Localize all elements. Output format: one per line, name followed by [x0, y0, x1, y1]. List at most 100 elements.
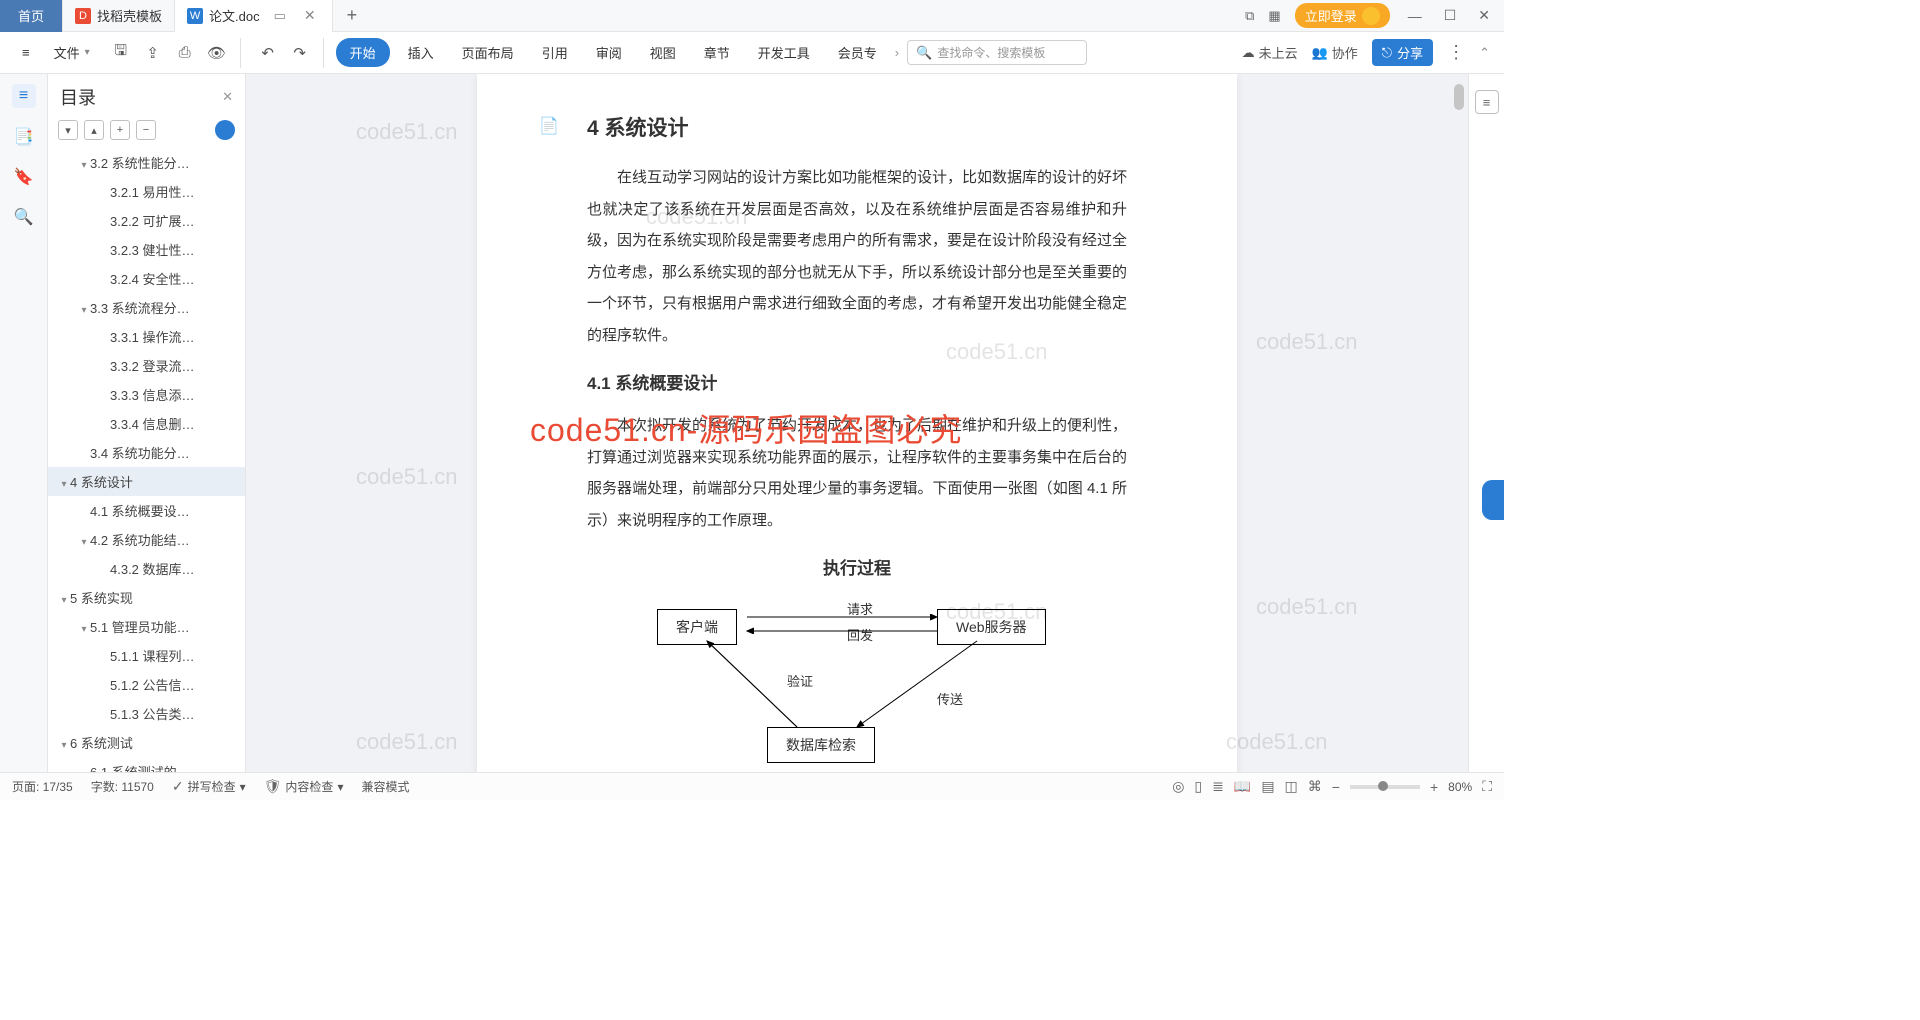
zoom-in-icon[interactable]: +: [1430, 779, 1438, 795]
export-icon[interactable]: ⇪: [138, 38, 168, 68]
outline-item[interactable]: 5.1.1 课程列…: [48, 641, 245, 670]
ribbon-tab-start[interactable]: 开始: [336, 38, 390, 67]
more-icon[interactable]: ⋮: [1447, 42, 1465, 63]
outline-item[interactable]: ▾6 系统测试: [48, 728, 245, 757]
people-icon: 👥: [1312, 45, 1328, 61]
outline-tree: ▾3.2 系统性能分…3.2.1 易用性…3.2.2 可扩展…3.2.3 健壮性…: [48, 148, 245, 772]
print-icon[interactable]: ⎙: [170, 38, 200, 68]
outline-item[interactable]: 3.3.3 信息添…: [48, 380, 245, 409]
outline-item[interactable]: 3.3.4 信息删…: [48, 409, 245, 438]
doc-icon: W: [187, 8, 203, 24]
compat-mode[interactable]: 兼容模式: [361, 778, 409, 795]
outline-item[interactable]: 3.2.3 健壮性…: [48, 235, 245, 264]
share-button[interactable]: ⎋分享: [1372, 39, 1433, 66]
close-icon[interactable]: ✕: [1474, 7, 1494, 24]
zoom-slider[interactable]: [1350, 785, 1420, 789]
page: 📄 4 系统设计 在线互动学习网站的设计方案比如功能框架的设计，比如数据库的设计…: [477, 74, 1237, 772]
remove-item-icon[interactable]: −: [136, 120, 156, 140]
outline-toolbar: ▾ ▴ + −: [48, 116, 245, 148]
file-menu[interactable]: 文件 ▾: [46, 37, 98, 68]
web-view-icon[interactable]: ≣: [1212, 778, 1224, 795]
outline-item[interactable]: 3.4 系统功能分…: [48, 438, 245, 467]
outline-item[interactable]: 6.1 系统测试的…: [48, 757, 245, 772]
outline-item[interactable]: 3.3.1 操作流…: [48, 322, 245, 351]
ribbon-tab-chapter[interactable]: 章节: [694, 37, 740, 68]
add-item-icon[interactable]: +: [110, 120, 130, 140]
cloud-status[interactable]: ☁未上云: [1242, 43, 1298, 62]
fullscreen-icon[interactable]: ⛶: [1482, 778, 1492, 795]
ribbon-tab-view[interactable]: 视图: [640, 37, 686, 68]
page-view-icon[interactable]: ▯: [1194, 778, 1202, 795]
tab-home-label: 首页: [18, 6, 44, 25]
tab-close-icon[interactable]: ✕: [300, 7, 320, 24]
tab-template[interactable]: D 找稻壳模板: [63, 0, 175, 32]
tab-add[interactable]: +: [333, 5, 372, 26]
collapse-ribbon-icon[interactable]: ⌃: [1479, 45, 1490, 61]
outline-item[interactable]: ▾4 系统设计: [48, 467, 245, 496]
outline-item[interactable]: ▾3.3 系统流程分…: [48, 293, 245, 322]
document-area[interactable]: 📄 4 系统设计 在线互动学习网站的设计方案比如功能框架的设计，比如数据库的设计…: [246, 74, 1468, 772]
spellcheck-icon: ✓: [172, 778, 184, 795]
tab-document[interactable]: W 论文.doc ▭ ✕: [175, 0, 333, 32]
outline-item[interactable]: ▾5 系统实现: [48, 583, 245, 612]
outline-icon[interactable]: ≡: [12, 84, 36, 108]
dual-view-icon[interactable]: ◫: [1285, 778, 1298, 795]
undo-icon[interactable]: ↶: [253, 38, 283, 68]
save-icon[interactable]: 🖫: [106, 38, 136, 68]
collab-button[interactable]: 👥协作: [1312, 43, 1358, 62]
outline-item[interactable]: ▾3.2 系统性能分…: [48, 148, 245, 177]
zoom-out-icon[interactable]: −: [1332, 779, 1340, 795]
maximize-icon[interactable]: ☐: [1440, 7, 1461, 24]
side-tab[interactable]: [1482, 480, 1504, 520]
target-icon[interactable]: ◎: [1172, 778, 1184, 795]
ribbon-tab-ref[interactable]: 引用: [532, 37, 578, 68]
outline-view-icon[interactable]: ▤: [1261, 778, 1274, 795]
expand-all-icon[interactable]: ▴: [84, 120, 104, 140]
docer-icon: D: [75, 8, 91, 24]
outline-item[interactable]: 5.1.3 公告类…: [48, 699, 245, 728]
preview-icon[interactable]: 👁: [202, 38, 232, 68]
outline-close-icon[interactable]: ✕: [222, 89, 233, 105]
minimize-icon[interactable]: —: [1404, 8, 1426, 24]
scrollbar-thumb[interactable]: [1454, 84, 1464, 110]
read-view-icon[interactable]: 📖: [1234, 778, 1251, 795]
outline-item[interactable]: 3.2.1 易用性…: [48, 177, 245, 206]
outline-item[interactable]: 5.1.2 公告信…: [48, 670, 245, 699]
zoom-value[interactable]: 80%: [1448, 780, 1472, 794]
avatar-icon: [1362, 7, 1380, 25]
page-indicator[interactable]: 页面: 17/35: [12, 778, 73, 795]
ribbon-tab-review[interactable]: 审阅: [586, 37, 632, 68]
outline-item[interactable]: 3.2.2 可扩展…: [48, 206, 245, 235]
assistant-icon[interactable]: [215, 120, 235, 140]
collapse-all-icon[interactable]: ▾: [58, 120, 78, 140]
split-icon[interactable]: ⧉: [1245, 8, 1254, 24]
ribbon-tab-layout[interactable]: 页面布局: [452, 37, 524, 68]
shield-icon: 🛡: [264, 778, 282, 795]
outline-item[interactable]: 4.1 系统概要设…: [48, 496, 245, 525]
reader-icon[interactable]: ⌘: [1308, 778, 1322, 795]
search-input[interactable]: 🔍 查找命令、搜索模板: [907, 40, 1087, 65]
spellcheck-button[interactable]: ✓拼写检查 ▾: [172, 778, 246, 795]
outline-item[interactable]: 3.3.2 登录流…: [48, 351, 245, 380]
login-button[interactable]: 立即登录: [1295, 3, 1390, 28]
insert-icon[interactable]: 📄: [539, 116, 559, 136]
paragraph: 在线互动学习网站的设计方案比如功能框架的设计，比如数据库的设计的好坏也就决定了该…: [587, 162, 1127, 351]
outline-item[interactable]: 4.3.2 数据库…: [48, 554, 245, 583]
outline-item[interactable]: ▾5.1 管理员功能…: [48, 612, 245, 641]
right-menu-icon[interactable]: ≡: [1475, 90, 1499, 114]
apps-icon[interactable]: ▦: [1268, 8, 1280, 24]
bookmark-icon[interactable]: 🔖: [13, 166, 35, 188]
hamburger-icon[interactable]: ≡: [14, 39, 38, 66]
tab-screen-icon[interactable]: ▭: [266, 8, 294, 24]
ribbon-tab-insert[interactable]: 插入: [398, 37, 444, 68]
content-check-button[interactable]: 🛡内容检查 ▾: [264, 778, 344, 795]
redo-icon[interactable]: ↷: [285, 38, 315, 68]
word-count[interactable]: 字数: 11570: [91, 778, 154, 795]
outline-item[interactable]: ▾4.2 系统功能结…: [48, 525, 245, 554]
ribbon-tab-vip[interactable]: 会员专: [828, 37, 887, 68]
ribbon-tab-dev[interactable]: 开发工具: [748, 37, 820, 68]
tab-home[interactable]: 首页: [0, 0, 63, 32]
outline-item[interactable]: 3.2.4 安全性…: [48, 264, 245, 293]
folder-icon[interactable]: 📑: [13, 126, 35, 148]
find-icon[interactable]: 🔍: [13, 206, 35, 228]
